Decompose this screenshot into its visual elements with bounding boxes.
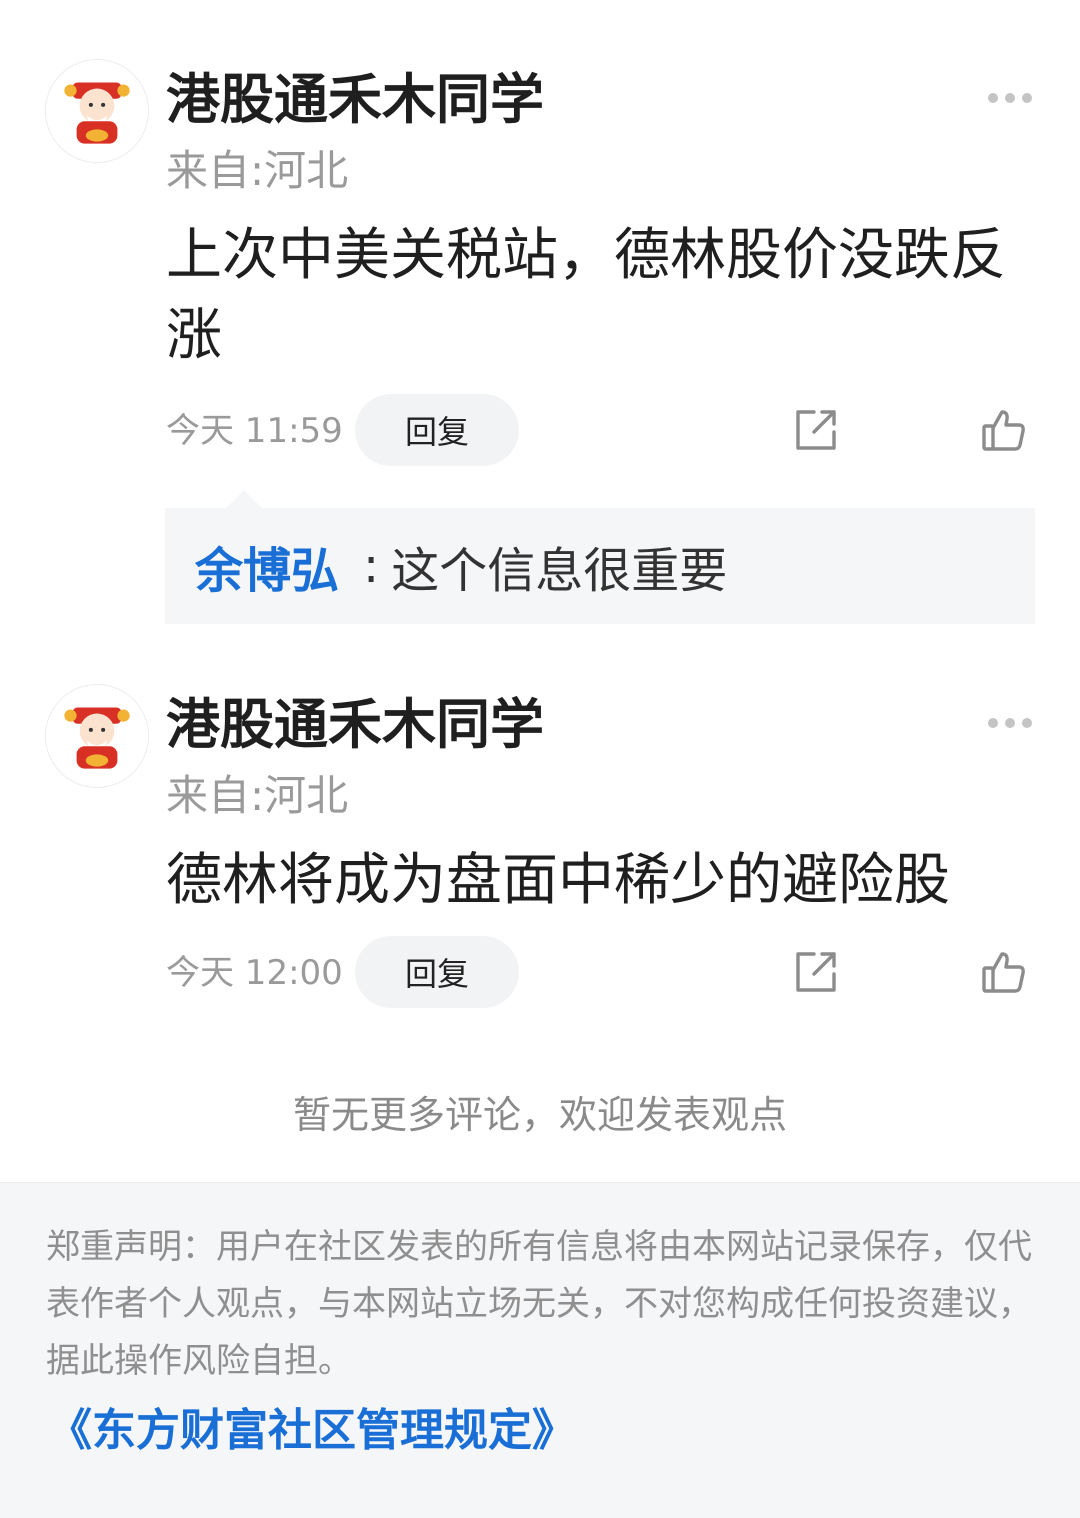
user-avatar[interactable] — [45, 59, 149, 163]
footer-disclaimer-panel: 郑重声明：用户在社区发表的所有信息将由本网站记录保存，仅代表作者个人观点，与本网… — [0, 1182, 1080, 1518]
avatar-caishen-icon — [46, 685, 148, 787]
user-avatar[interactable] — [45, 684, 149, 788]
no-more-comments: 暂无更多评论，欢迎发表观点 — [292, 1093, 787, 1137]
username[interactable]: 港股通禾木同学 — [166, 68, 544, 132]
comments-page: 港股通禾木同学 来自:河北 上次中美关税站，德林股价没跌反涨 今天 11:59 … — [0, 0, 1080, 1518]
sub-reply-text: 这个信息很重要 — [391, 543, 728, 599]
thumbs-up-icon[interactable] — [980, 948, 1028, 996]
reply-button[interactable]: 回复 — [355, 394, 519, 466]
sub-reply-separator: : — [363, 538, 380, 594]
share-icon[interactable] — [792, 406, 840, 454]
share-icon[interactable] — [792, 948, 840, 996]
more-dots-icon[interactable] — [988, 92, 1032, 104]
more-dots-icon[interactable] — [988, 717, 1032, 729]
comment-time: 今天 11:59 — [166, 411, 343, 451]
comment-item: 港股通禾木同学 来自:河北 上次中美关税站，德林股价没跌反涨 今天 11:59 … — [0, 0, 1080, 640]
sub-reply-list[interactable]: 余博弘 : 这个信息很重要 — [165, 508, 1035, 624]
comment-content: 德林将成为盘面中稀少的避险股 — [166, 848, 950, 913]
reply-pointer — [226, 490, 262, 508]
comment-content: 上次中美关税站，德林股价没跌反涨 — [166, 223, 1006, 368]
community-rules-link[interactable]: 《东方财富社区管理规定》 — [48, 1401, 576, 1461]
avatar-caishen-icon — [46, 60, 148, 162]
sub-reply-author[interactable]: 余博弘 — [195, 531, 339, 601]
user-location: 来自:河北 — [166, 771, 349, 820]
comment-time: 今天 12:00 — [166, 953, 343, 993]
user-location: 来自:河北 — [166, 146, 349, 195]
thumbs-up-icon[interactable] — [980, 406, 1028, 454]
reply-button[interactable]: 回复 — [355, 936, 519, 1008]
username[interactable]: 港股通禾木同学 — [166, 693, 544, 757]
comment-item: 港股通禾木同学 来自:河北 德林将成为盘面中稀少的避险股 今天 12:00 回复 — [0, 625, 1080, 1025]
disclaimer-text: 郑重声明：用户在社区发表的所有信息将由本网站记录保存，仅代表作者个人观点，与本网… — [46, 1227, 1032, 1381]
